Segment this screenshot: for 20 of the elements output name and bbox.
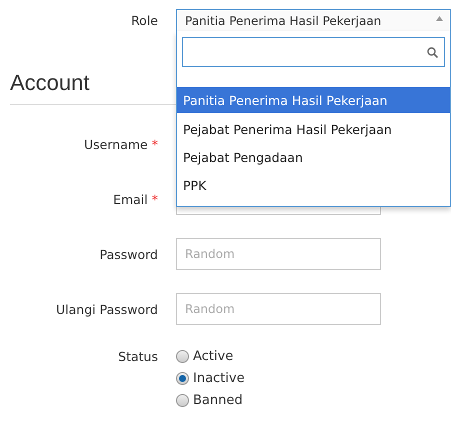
radio-option[interactable]: Banned [176,393,245,408]
dropdown-option[interactable]: Pejabat Pengadaan [177,143,450,171]
field-label: Role [130,12,158,28]
dropdown-option[interactable]: Pejabat Penerima Hasil Pekerjaan [177,115,450,143]
text-field[interactable]: Random [176,293,381,325]
field-label: Username * [83,136,158,152]
field-label: Password [98,246,158,262]
search-icon [427,46,438,58]
field-label: Status [117,349,158,364]
radio-option[interactable]: Inactive [176,371,245,386]
section-title: Account [10,70,90,95]
role-select[interactable]: Panitia Penerima Hasil Pekerjaan [176,9,451,31]
field-label: Email * [112,192,158,206]
search-field[interactable] [182,37,445,67]
dropdown-option[interactable]: PPK [177,171,450,199]
field-label: Ulangi Password [55,302,158,316]
dropdown-option[interactable]: Panitia Penerima Hasil Pekerjaan [177,87,450,113]
radio-option[interactable]: Active [176,349,245,364]
text-field[interactable]: Random [176,238,381,270]
caret-icon [436,16,443,21]
